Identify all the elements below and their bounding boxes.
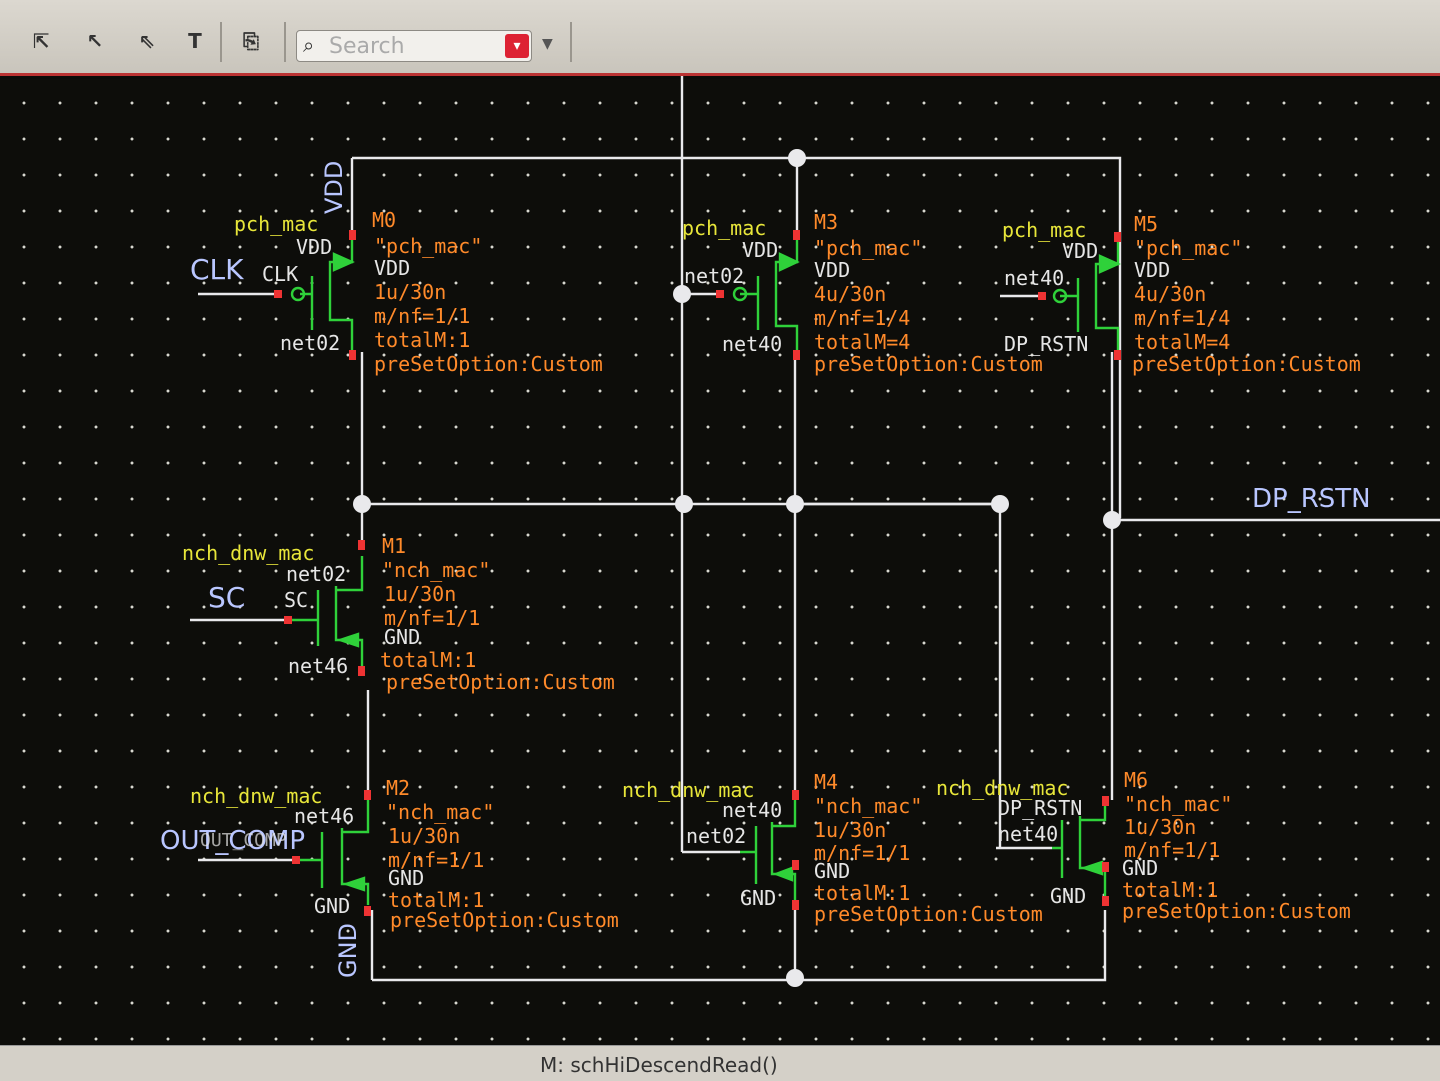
junction-dot — [786, 495, 804, 513]
instance-name: M5 — [1134, 212, 1159, 236]
pin-label-dp-rstn[interactable]: DP_RSTN — [1252, 486, 1371, 512]
terminal-label: CLK — [262, 262, 299, 286]
total-param: totalM:1 — [1122, 878, 1219, 902]
size-param: 4u/30n — [814, 282, 887, 306]
mnf-param: m/nf=1/4 — [1134, 306, 1231, 330]
model-name: "pch_mac" — [1134, 236, 1243, 260]
terminal-label: net40 — [1004, 266, 1065, 290]
terminal-label: net02 — [286, 562, 347, 586]
bulk-label: GND — [384, 625, 421, 649]
terminal-label: DP_RSTN — [998, 796, 1083, 820]
terminal-label: VDD — [742, 238, 779, 262]
instance-name: M0 — [372, 208, 397, 232]
terminal-label: net40 — [722, 332, 783, 356]
cell-name: pch_mac — [682, 216, 767, 240]
instance-name: M6 — [1124, 768, 1149, 792]
status-bar: M: schHiDescendRead() — [0, 1045, 1440, 1081]
mnf-param: m/nf=1/4 — [814, 306, 911, 330]
pin-label-clk[interactable]: CLK — [190, 256, 244, 284]
total-param: totalM:1 — [380, 648, 477, 672]
cell-name: pch_mac — [1002, 218, 1087, 242]
terminal-label: SC — [284, 588, 309, 612]
preset-param: preSetOption:Custom — [1132, 352, 1361, 376]
bulk-label: GND — [1122, 856, 1159, 880]
junction-dot — [788, 149, 806, 167]
cell-name: nch_dnw_mac — [182, 541, 315, 565]
status-text: M: schHiDescendRead() — [540, 1053, 778, 1077]
model-name: "nch_mac" — [1124, 792, 1233, 816]
preset-param: preSetOption:Custom — [814, 352, 1043, 376]
model-name: "nch_mac" — [382, 558, 491, 582]
terminal-label: net46 — [288, 654, 349, 678]
terminal-label: VDD — [296, 235, 333, 259]
terminal-label: OUT_COMP — [200, 830, 287, 851]
cell-name: pch_mac — [234, 212, 319, 236]
size-param: 1u/30n — [814, 818, 887, 842]
nmos-arrow-m1 — [336, 632, 360, 648]
instance-name: M3 — [814, 210, 839, 234]
terminal-label: net46 — [294, 804, 355, 828]
bulk-label: VDD — [374, 256, 411, 280]
model-name: "pch_mac" — [374, 234, 483, 258]
total-param: totalM=4 — [1134, 330, 1231, 354]
instance-name: M1 — [382, 534, 407, 558]
junction-dot — [675, 495, 693, 513]
cell-name: nch_dnw_mac — [622, 778, 755, 802]
terminal-label: net40 — [722, 798, 783, 822]
cell-name: nch_dnw_mac — [190, 784, 323, 808]
junction-dot — [786, 969, 804, 987]
preset-param: preSetOption:Custom — [814, 902, 1043, 926]
terminal-label: net02 — [686, 824, 747, 848]
mnf-param: m/nf=1/1 — [374, 304, 471, 328]
nmos-arrow-m2 — [342, 876, 366, 892]
pmos-arrow-m5 — [1098, 254, 1121, 274]
size-param: 1u/30n — [1124, 815, 1197, 839]
preset-param: preSetOption:Custom — [386, 670, 615, 694]
bulk-label: GND — [814, 859, 851, 883]
nmos-arrow-m4 — [772, 866, 794, 882]
model-name: "pch_mac" — [814, 236, 923, 260]
pmos-arrow-m3 — [778, 252, 800, 272]
pmos-arrow-m0 — [332, 252, 355, 272]
cell-name: nch_dnw_mac — [936, 776, 1069, 800]
junction-dot — [353, 495, 371, 513]
terminal-label: VDD — [1062, 239, 1099, 263]
size-param: 4u/30n — [1134, 282, 1207, 306]
instance-name: M4 — [814, 770, 839, 794]
rail-label-gnd: GND — [334, 922, 362, 978]
total-param: totalM:1 — [374, 328, 471, 352]
instance-name: M2 — [386, 776, 411, 800]
pin-label-sc[interactable]: SC — [208, 584, 245, 612]
size-param: 1u/30n — [374, 280, 447, 304]
terminal-label: GND — [1050, 884, 1087, 908]
terminal-label: GND — [740, 886, 777, 910]
junction-dot — [1103, 511, 1121, 529]
preset-param: preSetOption:Custom — [390, 908, 619, 932]
bulk-label: VDD — [814, 258, 851, 282]
total-param: totalM:1 — [814, 881, 911, 905]
junction-dot — [991, 495, 1009, 513]
total-param: totalM:1 — [388, 888, 485, 912]
bulk-label: VDD — [1134, 258, 1171, 282]
terminal-label: net02 — [280, 331, 341, 355]
terminal-label: GND — [314, 894, 351, 918]
preset-param: preSetOption:Custom — [1122, 899, 1351, 923]
size-param: 1u/30n — [388, 824, 461, 848]
size-param: 1u/30n — [384, 582, 457, 606]
total-param: totalM=4 — [814, 330, 911, 354]
model-name: "nch_mac" — [386, 800, 495, 824]
terminal-label: net40 — [998, 822, 1059, 846]
bulk-label: GND — [388, 866, 425, 890]
nmos-arrow-m6 — [1080, 860, 1104, 876]
rail-label-vdd: VDD — [320, 160, 348, 214]
model-name: "nch_mac" — [814, 794, 923, 818]
preset-param: preSetOption:Custom — [374, 352, 603, 376]
terminal-label: DP_RSTN — [1004, 332, 1089, 356]
terminal-label: net02 — [684, 264, 745, 288]
